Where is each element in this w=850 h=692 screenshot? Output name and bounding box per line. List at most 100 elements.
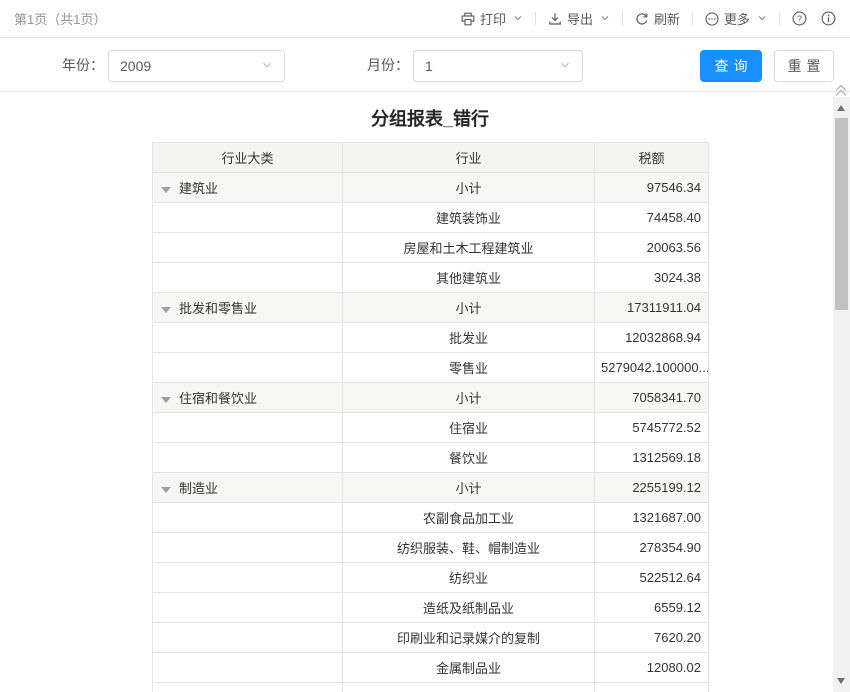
industry-category-cell [153,203,343,233]
reset-button[interactable]: 重置 [774,50,834,82]
help-button[interactable]: ? [792,11,807,26]
industry-category-cell: 住宿和餐饮业 [153,383,343,413]
industry-cell: 房屋和土木工程建筑业 [343,233,595,263]
print-button[interactable]: 打印 [461,9,523,28]
table-row: 零售业 5279042.100000... [153,353,709,383]
table-row: 纺织服装、鞋、帽制造业 278354.90 [153,533,709,563]
tax-amount-cell: 2255199.12 [595,473,709,503]
more-button[interactable]: 更多 [705,9,767,28]
query-button[interactable]: 查询 [700,50,762,82]
industry-category-cell: 建筑业 [153,173,343,203]
table-row: 建筑装饰业 74458.40 [153,203,709,233]
printer-icon [461,12,475,26]
industry-cell: 农副食品加工业 [343,503,595,533]
scroll-thumb[interactable] [835,118,848,310]
refresh-button[interactable]: 刷新 [635,9,680,28]
filter-bar: 年份： 2009 月份： 1 查询 重置 [0,39,850,92]
industry-cell: 纺织业 [343,563,595,593]
vertical-scrollbar[interactable] [833,97,850,692]
industry-category-label: 制造业 [179,481,218,496]
table-row: 印刷业和记录媒介的复制 7620.20 [153,623,709,653]
group-toggle-triangle-icon[interactable] [161,487,171,493]
tax-amount-cell: 278354.90 [595,533,709,563]
collapse-panel-button[interactable] [833,82,849,98]
industry-cell: 小计 [343,473,595,503]
industry-category-cell [153,563,343,593]
more-label: 更多 [724,9,750,28]
report-container: 分组报表_错行 行业大类 行业 税额 建筑业 小计 97546.34 建筑装饰业… [152,104,708,692]
chevron-down-icon [513,11,523,26]
toolbar-separator [692,12,693,25]
tax-amount-cell: 5745772.52 [595,413,709,443]
report-content: 分组报表_错行 行业大类 行业 税额 建筑业 小计 97546.34 建筑装饰业… [0,93,833,692]
tax-amount-cell: 97546.34 [595,173,709,203]
info-circle-icon [821,11,836,26]
info-button[interactable] [821,11,836,26]
group-toggle-triangle-icon[interactable] [161,397,171,403]
month-value: 1 [425,58,559,74]
table-row: 农副食品加工业 1321687.00 [153,503,709,533]
year-value: 2009 [120,58,261,74]
toolbar: 第1页（共1页） 打印 [0,0,850,38]
year-label: 年份： [62,39,104,92]
table-row: 建筑业 小计 97546.34 [153,173,709,203]
industry-category-cell [153,323,343,353]
toolbar-actions: 打印 导出 [461,9,836,28]
table-row: 批发和零售业 小计 17311911.04 [153,293,709,323]
industry-category-label: 建筑业 [179,181,218,196]
tax-amount-cell: 5279042.100000... [595,353,709,383]
chevron-down-icon [757,11,767,26]
tax-amount-cell: 1312569.18 [595,443,709,473]
export-label: 导出 [567,9,593,28]
table-row: 造纸及纸制品业 6559.12 [153,593,709,623]
page-indicator: 第1页（共1页） [14,9,106,28]
table-header-row: 行业大类 行业 税额 [153,143,709,173]
tax-amount-cell: 3024.38 [595,263,709,293]
tax-amount-cell: 6559.12 [595,593,709,623]
export-button[interactable]: 导出 [548,9,610,28]
tax-amount-cell: 7620.20 [595,623,709,653]
table-row: 住宿业 5745772.52 [153,413,709,443]
tax-amount-cell: 74458.40 [595,203,709,233]
table-row: 金属制品业 12080.02 [153,653,709,683]
industry-cell: 小计 [343,383,595,413]
tax-amount-cell: 1321687.00 [595,503,709,533]
tax-amount-cell: 12032868.94 [595,323,709,353]
industry-cell: 零售业 [343,353,595,383]
print-label: 打印 [480,9,506,28]
industry-cell: 餐饮业 [343,443,595,473]
industry-cell [343,683,595,692]
table-row: 住宿和餐饮业 小计 7058341.70 [153,383,709,413]
report-table-body: 建筑业 小计 97546.34 建筑装饰业 74458.40 房屋和土木工程建筑… [153,173,709,692]
month-select[interactable]: 1 [413,50,583,82]
tax-amount-cell: 20063.56 [595,233,709,263]
tax-amount-cell: 17311911.04 [595,293,709,323]
industry-cell: 住宿业 [343,413,595,443]
industry-category-cell [153,413,343,443]
year-select[interactable]: 2009 [108,50,285,82]
industry-category-cell [153,653,343,683]
scroll-down-button[interactable] [837,678,845,684]
industry-category-cell [153,503,343,533]
download-icon [548,12,562,26]
group-toggle-triangle-icon[interactable] [161,187,171,193]
tax-amount-cell: 7058341.70 [595,383,709,413]
industry-cell: 造纸及纸制品业 [343,593,595,623]
industry-category-label: 住宿和餐饮业 [179,391,257,406]
refresh-label: 刷新 [654,9,680,28]
column-header-industry: 行业 [343,143,595,173]
industry-category-cell: 批发和零售业 [153,293,343,323]
industry-category-cell [153,623,343,653]
industry-cell: 建筑装饰业 [343,203,595,233]
group-toggle-triangle-icon[interactable] [161,307,171,313]
industry-cell: 印刷业和记录媒介的复制 [343,623,595,653]
scroll-up-button[interactable] [837,105,845,111]
table-row: 纺织业 522512.64 [153,563,709,593]
tax-amount-cell: 522512.64 [595,563,709,593]
table-row [153,683,709,692]
table-row: 房屋和土木工程建筑业 20063.56 [153,233,709,263]
refresh-icon [635,12,649,26]
industry-category-cell: 制造业 [153,473,343,503]
industry-category-cell [153,593,343,623]
table-row: 餐饮业 1312569.18 [153,443,709,473]
